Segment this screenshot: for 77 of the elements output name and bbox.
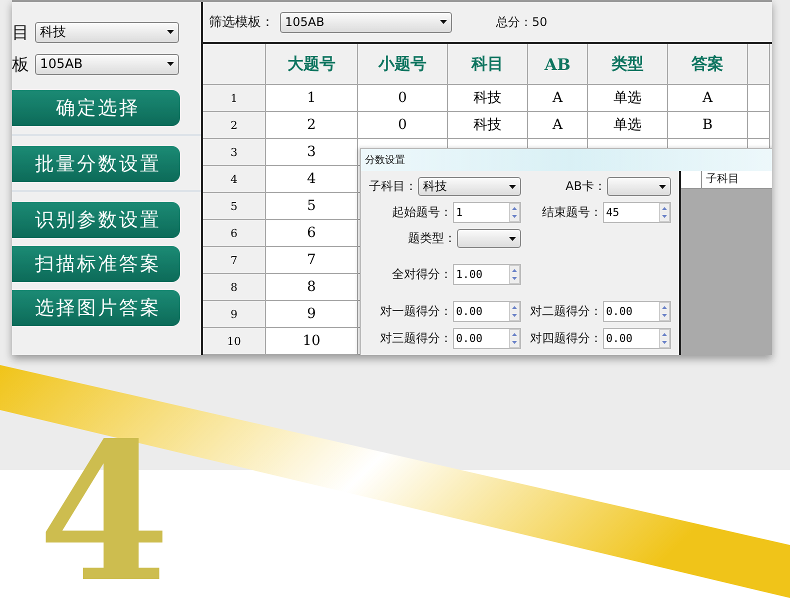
- action-button[interactable]: 批量分数设置: [12, 146, 180, 182]
- caret-icon: [509, 236, 516, 240]
- table-cell: 5: [266, 193, 358, 220]
- table-cell: 单选: [588, 85, 668, 112]
- caret-icon: [167, 30, 174, 34]
- field-label: 板: [12, 54, 29, 76]
- row-number: 7: [203, 247, 266, 274]
- table-cell: 6: [266, 220, 358, 247]
- table-cell: 10: [266, 328, 358, 355]
- caret-icon: [440, 20, 447, 24]
- row-number: 9: [203, 301, 266, 328]
- table-cell: 科技: [448, 85, 528, 112]
- table-cell: A: [528, 112, 588, 139]
- field-label: 题类型：: [408, 230, 456, 247]
- table-cell: 0: [358, 112, 448, 139]
- caret-icon: [659, 184, 666, 188]
- table-cell: 4: [266, 166, 358, 193]
- row-number: 3: [203, 139, 266, 166]
- row-number: 10: [203, 328, 266, 355]
- table-cell: 0: [358, 85, 448, 112]
- table-cell: 2: [266, 112, 358, 139]
- dropdown[interactable]: 科技: [418, 177, 521, 196]
- field-label: 全对得分：: [392, 266, 452, 283]
- dropdown[interactable]: 105AB: [35, 54, 179, 74]
- total-score: 总分：50: [496, 14, 548, 30]
- template-dropdown[interactable]: 105AB: [280, 12, 452, 32]
- table-cell: A: [528, 85, 588, 112]
- table-cell: 单选: [588, 112, 668, 139]
- spinner-arrows-icon[interactable]: [509, 265, 520, 284]
- row-number: 1: [203, 85, 266, 112]
- step-number: 4: [38, 418, 170, 598]
- table-cell: 1: [266, 85, 358, 112]
- table-cell: 8: [266, 274, 358, 301]
- field-label: 起始题号：: [392, 204, 452, 221]
- spinner-arrows-icon[interactable]: [659, 302, 670, 321]
- row-number: 4: [203, 166, 266, 193]
- filter-label: 筛选模板：: [209, 14, 274, 31]
- field-label: 目: [12, 22, 29, 44]
- field-label: 子科目：: [369, 178, 417, 195]
- field-label: 对二题得分：: [530, 303, 602, 320]
- action-button[interactable]: 扫描标准答案: [12, 246, 180, 282]
- field-label: 对一题得分：: [380, 303, 452, 320]
- spin-field[interactable]: 0.00: [603, 328, 671, 349]
- spin-field[interactable]: 0.00: [453, 328, 521, 349]
- field-label: 结束题号：: [542, 204, 602, 221]
- field-label: 对四题得分：: [530, 330, 602, 347]
- row-number: 6: [203, 220, 266, 247]
- table-cell: A: [668, 85, 748, 112]
- action-button[interactable]: 确定选择: [12, 90, 180, 126]
- spin-field[interactable]: 0.00: [603, 301, 671, 322]
- dialog-title: 分数设置: [365, 154, 405, 167]
- table-cell: 3: [266, 139, 358, 166]
- dropdown[interactable]: [457, 229, 521, 248]
- spinner-arrows-icon[interactable]: [659, 329, 670, 348]
- field-label: AB卡：: [566, 178, 606, 195]
- action-button[interactable]: 选择图片答案: [12, 290, 180, 326]
- action-button[interactable]: 识别参数设置: [12, 202, 180, 238]
- dropdown[interactable]: 科技: [35, 22, 179, 42]
- caret-icon: [167, 62, 174, 66]
- spin-field[interactable]: 1.00: [453, 264, 521, 285]
- spinner-arrows-icon[interactable]: [509, 203, 520, 222]
- dropdown[interactable]: [607, 177, 671, 196]
- spin-field[interactable]: 1: [453, 202, 521, 223]
- caret-icon: [509, 184, 516, 188]
- field-label: 对三题得分：: [380, 330, 452, 347]
- row-number: 2: [203, 112, 266, 139]
- spinner-arrows-icon[interactable]: [509, 302, 520, 321]
- row-number: 5: [203, 193, 266, 220]
- row-number: 8: [203, 274, 266, 301]
- spin-field[interactable]: 45: [603, 202, 671, 223]
- spinner-arrows-icon[interactable]: [659, 203, 670, 222]
- spin-field[interactable]: 0.00: [453, 301, 521, 322]
- table-cell: B: [668, 112, 748, 139]
- table-cell: 7: [266, 247, 358, 274]
- table-cell: 科技: [448, 112, 528, 139]
- spinner-arrows-icon[interactable]: [509, 329, 520, 348]
- table-cell: 9: [266, 301, 358, 328]
